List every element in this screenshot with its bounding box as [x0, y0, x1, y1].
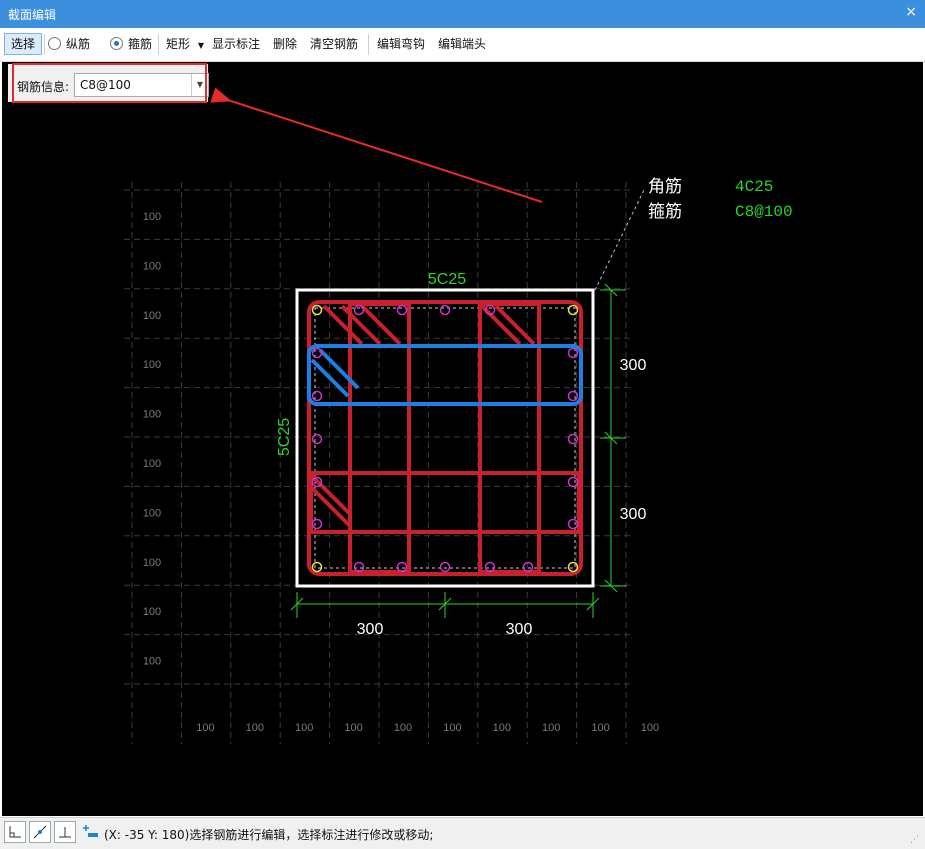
- perpendicular-icon[interactable]: [54, 821, 76, 843]
- shape-dropdown[interactable]: 矩形 ▼: [166, 34, 204, 54]
- stirrup-group: [307, 300, 583, 576]
- grid-label-bottom: 100: [443, 722, 461, 734]
- toolbar-separator: [368, 34, 369, 55]
- side-rebar-label: 5C25: [276, 418, 293, 456]
- background-grid: 100 100 100 100 100 100 100 100 100 100 100 100 100 1…: [124, 182, 659, 744]
- stirrup-label: 箍筋: [128, 37, 153, 51]
- delete-button[interactable]: 删除: [273, 34, 297, 54]
- annotation-arrow: [210, 87, 543, 203]
- grid-label-bottom: 100: [295, 722, 313, 734]
- corner-rebar-dot: [311, 304, 323, 316]
- edit-end-button[interactable]: 编辑端头: [438, 34, 486, 54]
- corner-rebar-dot: [311, 561, 323, 573]
- show-label-button[interactable]: 显示标注: [212, 34, 260, 54]
- radio-icon: [48, 37, 61, 50]
- stirrup-radio[interactable]: 箍筋: [110, 34, 152, 54]
- top-rebar-label: 5C25: [428, 271, 466, 288]
- status-text: (X: -35 Y: 180)选择钢筋进行编辑，选择标注进行修改或移动;: [104, 828, 434, 842]
- radio-checked-icon: [110, 37, 123, 50]
- grid-label-left: 100: [143, 211, 161, 223]
- legend-leader-line: [594, 189, 645, 291]
- section-outline: [295, 288, 595, 588]
- rebar-dot: [311, 433, 323, 445]
- grid-label-left: 100: [143, 310, 161, 322]
- grid-label-left: 100: [143, 409, 161, 421]
- rebar-dot: [439, 561, 451, 573]
- grid-label-bottom: 100: [196, 722, 214, 734]
- add-dimension-icon[interactable]: [79, 821, 101, 843]
- status-bar: (X: -35 Y: 180)选择钢筋进行编辑，选择标注进行修改或移动; ⋰: [0, 817, 925, 849]
- snap-line-icon[interactable]: [29, 821, 51, 843]
- toolbar-separator: [158, 34, 159, 55]
- dim-text: 300: [506, 621, 533, 638]
- corner-rebar-dot: [567, 304, 579, 316]
- rebar-dot: [353, 304, 365, 316]
- rebar-dot: [311, 390, 323, 402]
- legend-stirrup-label: 箍筋: [648, 202, 682, 222]
- grid-label-left: 100: [143, 359, 161, 371]
- grid-label-bottom: 100: [641, 722, 659, 734]
- rebar-dot: [311, 347, 323, 359]
- grid-label-left: 100: [143, 656, 161, 668]
- grid-label-left: 100: [143, 507, 161, 519]
- chevron-down-icon: ▼: [197, 41, 204, 50]
- title-bar: 截面编辑 ×: [0, 0, 925, 28]
- edit-hook-button[interactable]: 编辑弯钩: [377, 34, 425, 54]
- toolbar-separator: [44, 34, 45, 55]
- rebar-dot: [439, 304, 451, 316]
- grid-label-left: 100: [143, 458, 161, 470]
- longitudinal-radio[interactable]: 纵筋: [48, 34, 90, 54]
- grid-label-bottom: 100: [493, 722, 511, 734]
- grid-label-bottom: 100: [246, 722, 264, 734]
- grid-label-left: 100: [143, 557, 161, 569]
- drawing-canvas[interactable]: 钢筋信息: C8@100 ▼ 100 100 100 100 100 100 100 100 1…: [2, 62, 923, 816]
- selected-hook-line: [318, 348, 360, 390]
- legend-corner-value: 4C25: [735, 178, 773, 196]
- clear-rebar-button[interactable]: 清空钢筋: [310, 34, 358, 54]
- resize-grip-icon[interactable]: ⋰: [910, 835, 919, 845]
- toolbar: 选择 纵筋 箍筋 矩形 ▼ 显示标注 删除 清空钢筋 编辑弯钩 编辑端头: [0, 28, 925, 62]
- grid-label-left: 100: [143, 606, 161, 618]
- grid-label-left: 100: [143, 260, 161, 272]
- close-icon[interactable]: ×: [905, 4, 917, 20]
- rebar-dot: [396, 304, 408, 316]
- rebar-dot: [567, 433, 579, 445]
- dim-text: 300: [357, 621, 384, 638]
- longitudinal-label: 纵筋: [66, 37, 91, 51]
- shape-label: 矩形: [166, 37, 191, 51]
- select-button[interactable]: 选择: [4, 33, 42, 55]
- grid-label-bottom: 100: [591, 722, 609, 734]
- window-title: 截面编辑: [8, 8, 57, 22]
- rebar-dot: [311, 518, 323, 530]
- grid-label-bottom: 100: [542, 722, 560, 734]
- section-drawing: 100 100 100 100 100 100 100 100 100 100 100 100 100 1…: [124, 87, 793, 744]
- grid-label-bottom: 100: [344, 722, 362, 734]
- dim-text: 300: [620, 357, 647, 374]
- dim-text: 300: [620, 506, 647, 523]
- orthogonal-icon[interactable]: [4, 821, 26, 843]
- legend-stirrup-value: C8@100: [735, 203, 793, 221]
- grid-label-bottom: 100: [394, 722, 412, 734]
- legend-corner-label: 角筋: [648, 177, 682, 197]
